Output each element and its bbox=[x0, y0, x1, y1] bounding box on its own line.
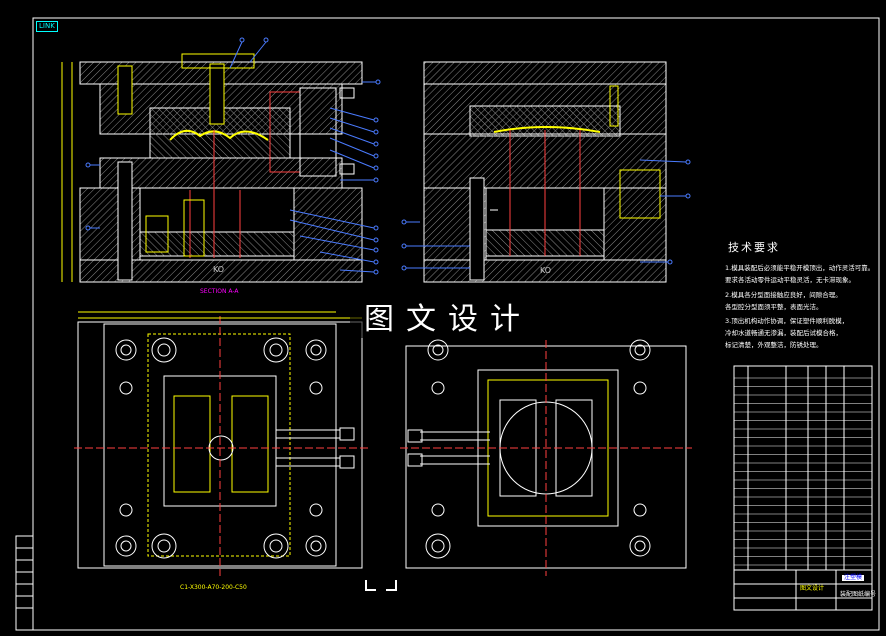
ejector-label-left: KO bbox=[213, 265, 225, 274]
drawing-tag: LINK bbox=[36, 21, 58, 32]
requirements-line: 标记清楚，外观整洁，防锈处理。 bbox=[725, 341, 823, 349]
title-block-school: 图文设计 bbox=[800, 585, 825, 592]
revision-strip bbox=[15, 535, 34, 631]
requirements-line: 2.模具各分型面接触应良好，间隙合理。 bbox=[725, 291, 842, 299]
section-view-right bbox=[423, 61, 667, 283]
bom-rows bbox=[734, 377, 872, 566]
title-block-drawing-name: 注塑模 bbox=[842, 574, 865, 581]
section-arrows bbox=[365, 580, 397, 591]
requirements-line: 冷却水道畅通无渗漏，装配后试模合格， bbox=[725, 329, 842, 337]
title-block-drawing-number: 装配图纸编号 bbox=[840, 591, 877, 598]
section-view-left bbox=[61, 53, 363, 283]
plan-view-right bbox=[400, 339, 692, 576]
plan-view-left bbox=[74, 311, 368, 576]
requirements-line: 3.顶出机构动作协调，保证塑件顺利脱模， bbox=[725, 317, 849, 325]
requirements-line: 要求各活动零件运动平稳灵活，无卡滞现象。 bbox=[725, 276, 855, 284]
section-view-label: C1-X300-A70-200-C50 bbox=[180, 584, 247, 591]
ejector-label-right: KO bbox=[540, 266, 552, 275]
watermark-banner: 图文设计 bbox=[350, 302, 546, 338]
requirements-line: 各型腔分型面须平整，表面光洁。 bbox=[725, 303, 823, 311]
requirements-line: 1.模具装配后必须能平稳开模顶出，动作灵活可靠。 bbox=[725, 264, 875, 272]
section-label: SECTION A-A bbox=[200, 288, 239, 295]
requirements-title: 技术要求 bbox=[728, 241, 780, 254]
